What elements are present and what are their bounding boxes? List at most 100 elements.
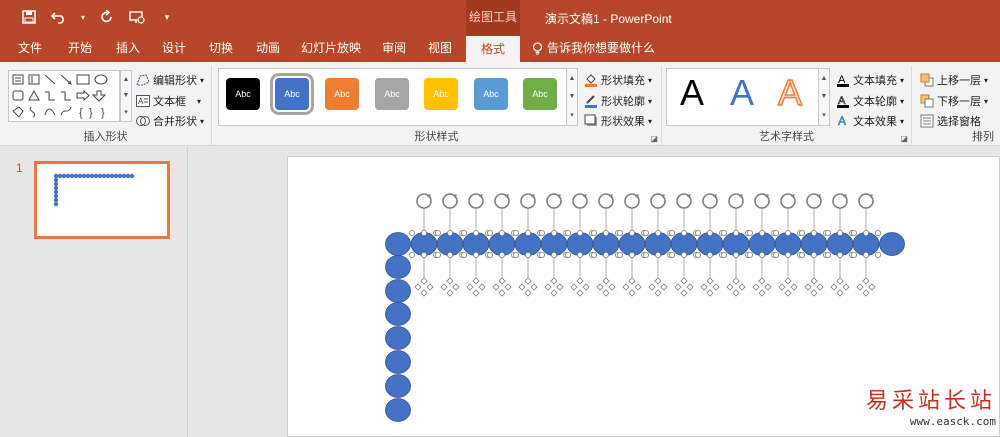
tab-format[interactable]: 格式 [466,34,520,62]
style-swatch-text: Abc [532,89,548,99]
adjust-handle [550,277,558,285]
shape-effects-button[interactable]: 形状效果 ▾ [584,113,652,129]
adjust-handle [628,289,636,297]
tab-review[interactable]: 审阅 [372,34,416,62]
resize-handle [409,230,416,237]
window-title: 演示文稿1 - PowerPoint [545,12,672,26]
shape-fill-button[interactable]: 形状填充 ▾ [584,72,652,88]
resize-handle [694,230,701,237]
resize-handle [409,252,416,259]
text-box-button[interactable]: A 文本框 ▾ [136,93,201,109]
pencil-icon [585,95,597,108]
tab-insert[interactable]: 插入 [106,34,150,62]
tab-slideshow[interactable]: 幻灯片放映 [298,34,364,62]
text-fill-icon: A [837,74,849,87]
selection-pane-button[interactable]: 选择窗格 [920,113,981,129]
send-backward-label: 下移一层 [937,96,981,108]
adjust-handle [654,277,662,285]
shape-gallery[interactable]: { } } [8,70,120,122]
adjust-handle [660,283,668,291]
tab-file[interactable]: 文件 [8,34,52,62]
undo-icon[interactable] [50,8,68,26]
send-backward-button[interactable]: 下移一层 ▾ [920,93,988,109]
resize-handle [628,252,635,259]
shape-effects-label: 形状效果 [601,116,645,128]
adjust-handle [868,283,876,291]
rotate-handle-icon [702,193,718,209]
resize-handle [498,230,505,237]
adjust-handle [680,277,688,285]
selection-pane-label: 选择窗格 [937,116,981,128]
adjust-handle [544,283,552,291]
resize-handle [486,252,493,259]
shape-outline-label: 形状轮廓 [601,96,645,108]
resize-handle [680,252,687,259]
resize-handle [590,252,597,259]
tell-me-label: 告诉我你想要做什么 [547,41,656,55]
resize-handle [642,230,649,237]
resize-handle [602,252,609,259]
svg-text:{: { [79,107,83,119]
rotate-handle-icon [442,193,458,209]
shape-style-scroll[interactable]: ▲ ▼ ▾ [566,68,578,126]
redo-icon[interactable] [98,8,116,26]
resize-handle [472,252,479,259]
edit-shape-label: 编辑形状 [153,75,197,87]
wordart-sample-orange[interactable]: A [777,71,803,114]
present-icon[interactable] [128,8,146,26]
slide-thumbnail-pane: 1 [0,147,188,437]
rotate-handle-icon [416,193,432,209]
resize-handle [498,252,505,259]
tab-view[interactable]: 视图 [418,34,462,62]
edit-shape-button[interactable]: 编辑形状 ▾ [136,72,204,88]
adjust-handle [622,283,630,291]
adjust-handle [784,277,792,285]
resize-handle [798,252,805,259]
tab-design[interactable]: 设计 [152,34,196,62]
bring-forward-button[interactable]: 上移一层 ▾ [920,72,988,88]
wordart-sample-blue[interactable]: A [730,72,754,114]
adjust-handle [576,289,584,297]
rotate-handle-icon [806,193,822,209]
style-swatch-blue-selected[interactable]: Abc [270,73,314,115]
text-effects-button[interactable]: A 文本效果 ▾ [836,113,904,129]
wordart-sample-black[interactable]: A [680,72,704,114]
adjust-handle [686,283,694,291]
svg-text:}: } [89,107,93,119]
text-box-icon: A [136,95,150,107]
style-swatch-orange[interactable]: Abc [325,78,359,110]
circle-shape [385,398,411,422]
save-icon[interactable] [20,8,38,26]
adjust-handle [478,283,486,291]
slide-thumbnail[interactable] [34,161,170,239]
tab-home[interactable]: 开始 [58,34,102,62]
customize-icon[interactable]: ▾ [158,8,176,26]
style-swatch-lightblue[interactable]: Abc [474,78,508,110]
text-fill-button[interactable]: A 文本填充 ▾ [836,72,904,88]
tab-animations[interactable]: 动画 [246,34,290,62]
shape-outline-button[interactable]: 形状轮廓 ▾ [584,93,652,109]
tell-me-search[interactable]: 告诉我你想要做什么 [532,34,655,62]
style-swatch-text: Abc [284,89,300,99]
shape-gallery-scroll[interactable]: ▲ ▼ ▾ [120,70,132,122]
wordart-scroll[interactable]: ▲ ▼ ▾ [818,68,830,126]
resize-handle [680,230,687,237]
style-swatch-green[interactable]: Abc [523,78,557,110]
resize-handle [434,230,441,237]
text-outline-button[interactable]: A 文本轮廓 ▾ [836,93,904,109]
style-swatch-gold[interactable]: Abc [424,78,458,110]
merge-shapes-icon [136,116,150,126]
merge-shapes-button[interactable]: 合并形状 ▾ [136,113,204,129]
adjust-handle [726,283,734,291]
resize-handle [825,252,832,259]
style-swatch-black[interactable]: Abc [226,78,260,110]
selection-pane-icon [920,114,934,128]
undo-dropdown-icon[interactable]: ▾ [80,8,86,26]
style-swatch-gray[interactable]: Abc [375,78,409,110]
edit-shape-icon [136,74,150,86]
adjust-handle [732,289,740,297]
tab-transitions[interactable]: 切换 [199,34,243,62]
adjust-handle [420,277,428,285]
adjust-handle [518,283,526,291]
adjust-handle [570,283,578,291]
